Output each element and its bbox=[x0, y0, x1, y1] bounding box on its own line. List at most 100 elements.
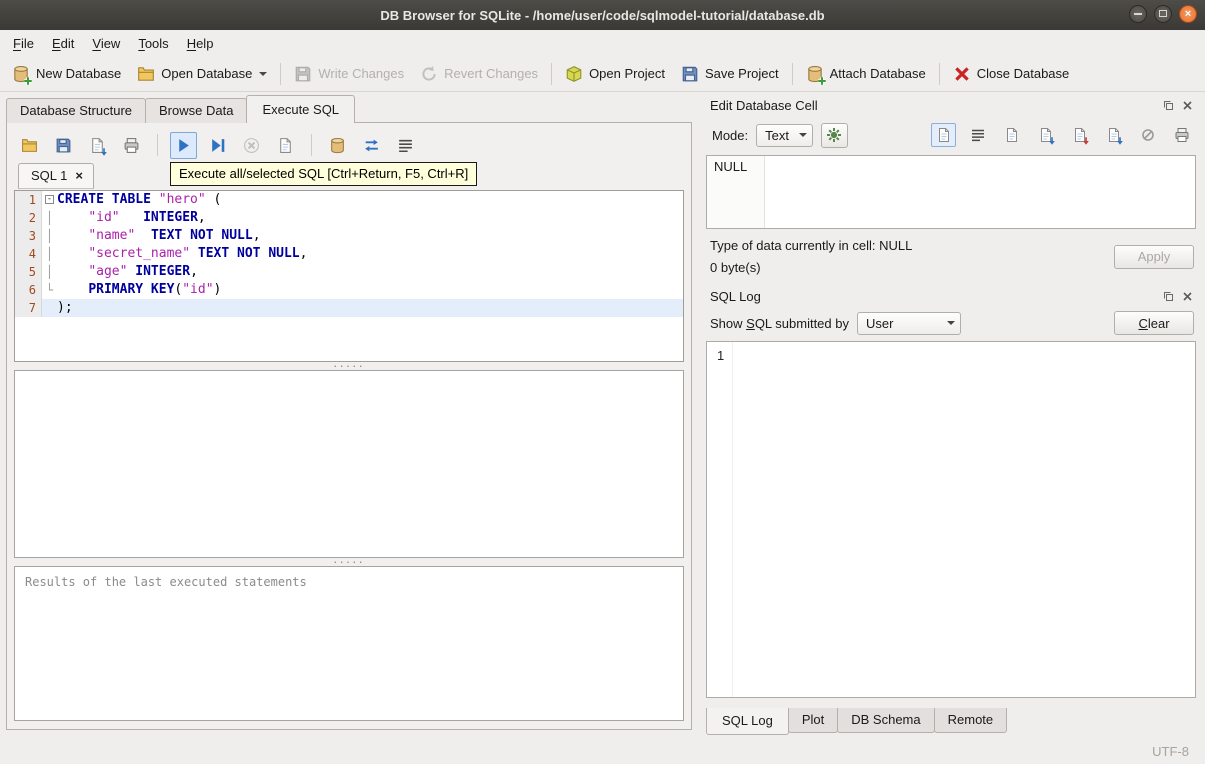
close-window-button[interactable]: × bbox=[1179, 5, 1197, 23]
toolbar-separator bbox=[791, 62, 793, 85]
fold-marker[interactable]: │ bbox=[42, 209, 57, 227]
menu-file[interactable]: File bbox=[4, 32, 43, 55]
dock-tab-db-schema[interactable]: DB Schema bbox=[837, 708, 935, 733]
main-tab-bar: Database Structure Browse Data Execute S… bbox=[6, 94, 692, 123]
save-project-button[interactable]: Save Project bbox=[673, 60, 787, 88]
chevron-down-icon[interactable] bbox=[259, 72, 268, 80]
line-number: 5 bbox=[15, 263, 42, 281]
title-bar[interactable]: DB Browser for SQLite - /home/user/code/… bbox=[0, 0, 1205, 30]
save-sql-as-button[interactable] bbox=[84, 132, 111, 159]
tab-database-structure[interactable]: Database Structure bbox=[6, 98, 147, 123]
execute-line-button[interactable] bbox=[204, 132, 231, 159]
find-replace-button[interactable] bbox=[358, 132, 385, 159]
cell-settings-button[interactable] bbox=[820, 122, 848, 148]
results-message-area[interactable]: Results of the last executed statements bbox=[14, 566, 684, 721]
close-panel-button[interactable] bbox=[1181, 290, 1194, 303]
menu-help[interactable]: Help bbox=[178, 32, 223, 55]
cell-editor[interactable]: NULL bbox=[706, 155, 1196, 229]
printer-icon bbox=[123, 137, 140, 154]
text-view-button[interactable] bbox=[931, 123, 956, 147]
sql-log-view[interactable]: 1 bbox=[706, 341, 1196, 698]
open-sql-file-button[interactable] bbox=[16, 132, 43, 159]
open-project-button[interactable]: Open Project bbox=[557, 60, 673, 88]
window-title: DB Browser for SQLite - /home/user/code/… bbox=[380, 7, 825, 23]
minimize-button[interactable] bbox=[1129, 5, 1147, 23]
editor-line[interactable]: 1- CREATE TABLE "hero" ( bbox=[15, 191, 683, 209]
menu-edit[interactable]: Edit bbox=[43, 32, 83, 55]
fold-marker[interactable]: │ bbox=[42, 245, 57, 263]
fold-marker[interactable]: - bbox=[42, 191, 57, 209]
close-panel-button[interactable] bbox=[1181, 99, 1194, 112]
editor-line[interactable]: 4 │ "secret_name" TEXT NOT NULL, bbox=[15, 245, 683, 263]
open-database-label: Open Database bbox=[161, 66, 253, 81]
new-database-label: New Database bbox=[36, 66, 122, 81]
save-sql-file-button[interactable] bbox=[50, 132, 77, 159]
play-icon bbox=[175, 137, 192, 154]
set-null-button[interactable] bbox=[1135, 123, 1160, 147]
dock-tab-plot[interactable]: Plot bbox=[787, 708, 839, 733]
clear-log-button[interactable]: Clear bbox=[1114, 311, 1194, 335]
attach-database-button[interactable]: Attach Database bbox=[798, 60, 934, 88]
tab-execute-sql[interactable]: Execute SQL bbox=[246, 95, 356, 123]
execute-all-button[interactable] bbox=[170, 131, 197, 159]
open-database-button[interactable]: Open Database bbox=[129, 60, 275, 88]
editor-line[interactable]: 2 │ "id" INTEGER, bbox=[15, 209, 683, 227]
cell-editor-content[interactable] bbox=[765, 156, 1195, 228]
dock-tab-sql-log[interactable]: SQL Log bbox=[706, 708, 789, 735]
export-results-button[interactable] bbox=[272, 132, 299, 159]
word-wrap-button[interactable] bbox=[965, 123, 990, 147]
log-line-number: 1 bbox=[707, 342, 733, 697]
float-panel-button[interactable] bbox=[1162, 290, 1175, 303]
print-sql-button[interactable] bbox=[118, 132, 145, 159]
dock-tab-bar: SQL Log Plot DB Schema Remote bbox=[706, 708, 1196, 735]
menu-tools[interactable]: Tools bbox=[129, 32, 177, 55]
open-project-label: Open Project bbox=[589, 66, 665, 81]
dock-tab-remote[interactable]: Remote bbox=[933, 708, 1008, 733]
log-filter-value: User bbox=[866, 315, 894, 331]
open-database-sql-button[interactable] bbox=[324, 132, 351, 159]
editor-line[interactable]: 5 │ "age" INTEGER, bbox=[15, 263, 683, 281]
fold-marker[interactable]: │ bbox=[42, 227, 57, 245]
page-icon bbox=[936, 127, 952, 143]
floppy-icon bbox=[294, 65, 312, 83]
code-line: PRIMARY KEY("id") bbox=[88, 282, 222, 297]
cell-value: NULL bbox=[714, 159, 748, 174]
code-line: "name" TEXT NOT NULL, bbox=[88, 228, 261, 243]
editor-line[interactable]: 7); bbox=[15, 299, 683, 317]
cell-type-info: Type of data currently in cell: NULL bbox=[710, 238, 913, 253]
editor-line[interactable]: 3 │ "name" TEXT NOT NULL, bbox=[15, 227, 683, 245]
close-tab-icon[interactable]: × bbox=[75, 169, 83, 182]
fold-marker[interactable] bbox=[42, 299, 57, 317]
results-grid[interactable] bbox=[14, 370, 684, 558]
editor-line[interactable]: 6 └ PRIMARY KEY("id") bbox=[15, 281, 683, 299]
new-database-button[interactable]: New Database bbox=[4, 60, 129, 88]
write-changes-label: Write Changes bbox=[318, 66, 405, 81]
mode-select[interactable]: Text bbox=[756, 123, 813, 147]
copy-cell-button[interactable] bbox=[999, 123, 1024, 147]
float-panel-button[interactable] bbox=[1162, 99, 1175, 112]
sql-document-tab[interactable]: SQL 1 × bbox=[18, 163, 94, 189]
import-cell-button[interactable] bbox=[1067, 123, 1092, 147]
format-sql-button[interactable] bbox=[392, 132, 419, 159]
paste-cell-button[interactable] bbox=[1033, 123, 1058, 147]
fold-marker[interactable]: └ bbox=[42, 281, 57, 299]
splitter-handle[interactable] bbox=[14, 362, 684, 370]
line-number: 7 bbox=[15, 299, 42, 317]
menu-view[interactable]: View bbox=[83, 32, 129, 55]
log-content bbox=[733, 342, 1195, 697]
line-number: 2 bbox=[15, 209, 42, 227]
justify-lines-icon bbox=[970, 127, 986, 143]
fold-marker[interactable]: │ bbox=[42, 263, 57, 281]
floppy-save-icon bbox=[681, 65, 699, 83]
print-cell-button[interactable] bbox=[1169, 123, 1194, 147]
export-cell-button[interactable] bbox=[1101, 123, 1126, 147]
execute-tooltip: Execute all/selected SQL [Ctrl+Return, F… bbox=[170, 162, 478, 186]
tab-browse-data[interactable]: Browse Data bbox=[145, 98, 248, 123]
close-database-button[interactable]: Close Database bbox=[945, 60, 1078, 88]
revert-changes-button: Revert Changes bbox=[412, 60, 546, 88]
sql-editor[interactable]: 1- CREATE TABLE "hero" (2 │ "id" INTEGER, 3… bbox=[14, 190, 684, 362]
maximize-button[interactable] bbox=[1154, 5, 1172, 23]
log-filter-select[interactable]: User bbox=[857, 311, 961, 335]
mode-label: Mode: bbox=[712, 127, 749, 143]
splitter-handle[interactable] bbox=[14, 558, 684, 566]
